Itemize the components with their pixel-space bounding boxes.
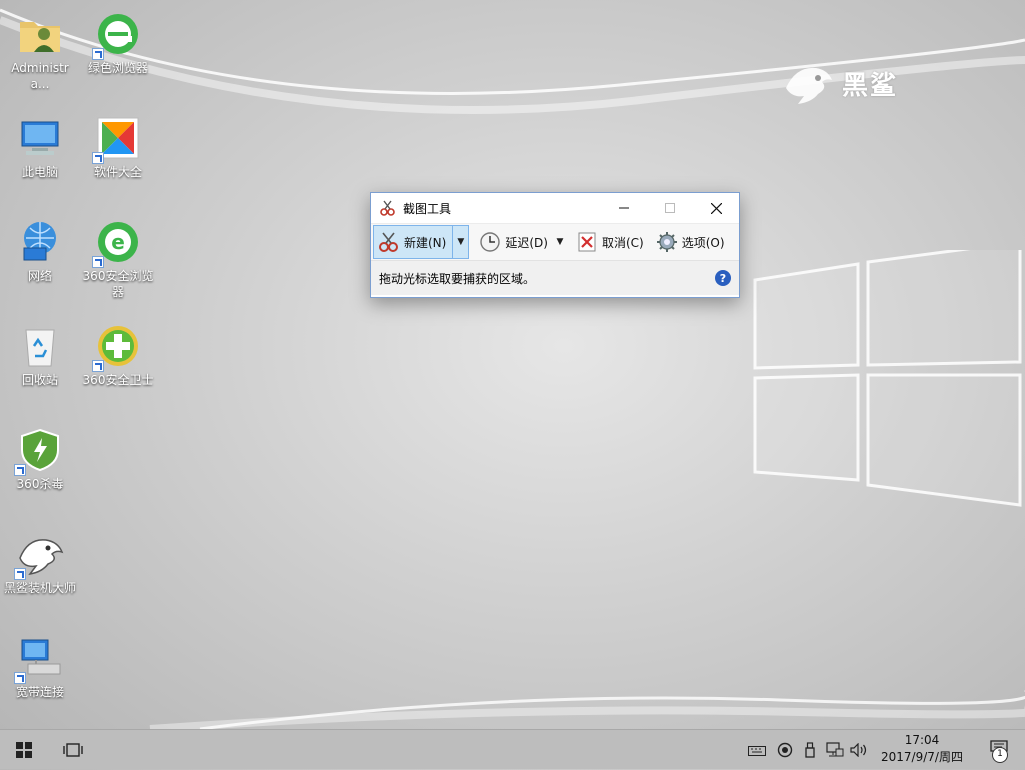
desktop-icon-label: 网络 (27, 269, 52, 283)
options-label: 选项(O) (681, 235, 725, 250)
brand-watermark: 黑鲨 (782, 58, 898, 108)
desktop-icon-this-pc[interactable]: 此电脑 (1, 106, 79, 206)
user-folder-icon (16, 10, 64, 58)
action-center-button[interactable]: 1 (985, 730, 1015, 770)
shortcut-arrow-icon (92, 152, 104, 164)
clock[interactable]: 17:04 2017/9/7/周四 (879, 732, 965, 766)
network-icon (16, 218, 64, 266)
taskbar: 17:04 2017/9/7/周四 1 (0, 729, 1025, 769)
options-button[interactable]: 选项(O) (652, 225, 729, 259)
green-browser-icon (92, 10, 142, 60)
shortcut-arrow-icon (14, 568, 26, 580)
delay-button[interactable]: 延迟(D) (475, 225, 552, 259)
minimize-button[interactable] (601, 193, 647, 223)
shark-logo-icon (786, 67, 832, 104)
network-status-icon (826, 742, 844, 757)
clock-date: 2017/9/7/周四 (881, 750, 963, 764)
desktop-icon-360-browser[interactable]: e 360安全浏览器 (79, 210, 157, 310)
software-store-icon (92, 114, 142, 164)
keyboard-tray-button[interactable] (746, 730, 768, 770)
desktop-icon-360-antivirus[interactable]: 360杀毒 (1, 418, 79, 518)
snipping-tool-window: 截图工具 新建(N) ▼ 延迟(D) ▼ 取消(C) 选项(O) 拖动光标选取要… (370, 192, 740, 298)
notification-count-badge: 1 (992, 747, 1008, 763)
status-bar: 拖动光标选取要捕获的区域。 ? (371, 260, 739, 295)
windows-logo-watermark (753, 250, 1022, 507)
shortcut-arrow-icon (92, 256, 104, 268)
desktop: 黑鲨 Administra... 绿色浏览器 此电脑 软件大全 网络 e 360… (0, 0, 1025, 729)
usb-icon (805, 742, 815, 758)
desktop-icon-black-shark[interactable]: 黑鲨装机大师 (1, 522, 79, 622)
new-snip-mode-dropdown[interactable]: ▼ (453, 225, 470, 259)
desktop-icon-label: 此电脑 (21, 165, 58, 179)
desktop-icon-label: 黑鲨装机大师 (3, 581, 76, 595)
close-button[interactable] (693, 193, 739, 223)
maximize-button[interactable] (647, 193, 693, 223)
cancel-label: 取消(C) (601, 235, 644, 250)
window-title-bar[interactable]: 截图工具 (371, 193, 739, 223)
clock-time: 17:04 (904, 733, 940, 747)
clock-icon (480, 232, 501, 252)
chevron-down-icon: ▼ (556, 237, 564, 247)
delay-label: 延迟(D) (505, 235, 548, 250)
desktop-icon-administrator[interactable]: Administra... (1, 2, 79, 102)
brand-text: 黑鲨 (842, 70, 899, 101)
svg-text:e: e (111, 230, 125, 254)
desktop-icon-recycle-bin[interactable]: 回收站 (1, 314, 79, 414)
cancel-button[interactable]: 取消(C) (572, 225, 648, 259)
desktop-icon-green-browser[interactable]: 绿色浏览器 (79, 2, 157, 102)
scissors-icon (380, 200, 395, 216)
help-icon[interactable]: ? (715, 270, 731, 286)
volume-tray-button[interactable] (848, 730, 870, 770)
desktop-icon-broadband[interactable]: 宽带连接 (1, 626, 79, 726)
task-view-button[interactable] (50, 730, 96, 770)
close-icon (710, 202, 722, 214)
360-security-icon (92, 322, 142, 372)
minimize-icon (619, 207, 629, 209)
desktop-icon-label: Administra... (11, 61, 69, 91)
desktop-icon-label: 360杀毒 (16, 477, 64, 491)
speaker-icon (850, 743, 867, 757)
shortcut-arrow-icon (92, 360, 104, 372)
status-text: 拖动光标选取要捕获的区域。 (379, 271, 536, 286)
chevron-down-icon: ▼ (457, 237, 465, 247)
record-icon (777, 742, 793, 758)
desktop-icon-label: 软件大全 (93, 165, 142, 179)
window-title: 截图工具 (403, 201, 452, 216)
recycle-bin-icon (16, 322, 64, 370)
shortcut-arrow-icon (92, 48, 104, 60)
computer-icon (16, 114, 64, 162)
scissors-icon (379, 232, 398, 252)
desktop-icon-software-store[interactable]: 软件大全 (79, 106, 157, 206)
usb-tray-button[interactable] (800, 730, 820, 770)
360-browser-icon: e (92, 218, 142, 268)
shortcut-arrow-icon (14, 672, 26, 684)
cancel-icon (578, 232, 596, 252)
desktop-icon-label: 绿色浏览器 (87, 61, 148, 75)
desktop-icon-label: 宽带连接 (15, 685, 64, 699)
new-snip-button[interactable]: 新建(N) (373, 225, 454, 259)
desktop-icon-network[interactable]: 网络 (1, 210, 79, 310)
windows-start-icon (16, 742, 32, 758)
desktop-icon-360-security[interactable]: 360安全卫士 (79, 314, 157, 414)
desktop-icon-label: 360安全浏览器 (82, 269, 154, 299)
broadband-icon (14, 634, 64, 684)
desktop-icon-label: 回收站 (21, 373, 58, 387)
shortcut-arrow-icon (14, 464, 26, 476)
delay-dropdown[interactable]: ▼ (552, 225, 568, 259)
maximize-icon (665, 203, 675, 213)
gear-icon (656, 232, 677, 252)
360-antivirus-icon (14, 426, 64, 476)
network-tray-button[interactable] (824, 730, 846, 770)
toolbar: 新建(N) ▼ 延迟(D) ▼ 取消(C) 选项(O) (371, 223, 739, 260)
task-view-icon (63, 743, 83, 757)
start-button[interactable] (0, 730, 48, 770)
record-tray-button[interactable] (774, 730, 796, 770)
new-snip-label: 新建(N) (404, 235, 447, 250)
desktop-icon-label: 360安全卫士 (82, 373, 154, 387)
black-shark-icon (14, 530, 64, 580)
keyboard-icon (748, 746, 766, 756)
